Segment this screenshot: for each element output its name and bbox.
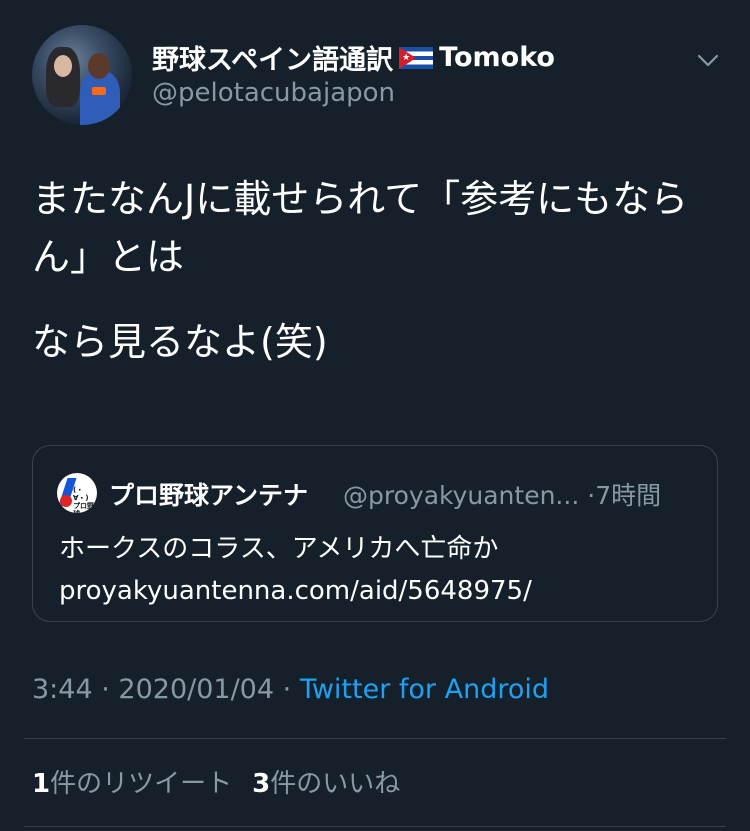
- quoted-author-avatar: (・∀・)プロ野球アンテナ: [57, 473, 97, 513]
- quoted-time: 7時間: [595, 481, 662, 510]
- likes-label: 件のいいね: [270, 769, 401, 799]
- quoted-tweet-text: ホークスのコラス、アメリカへ亡命か proyakyuantenna.com/ai…: [59, 528, 532, 612]
- divider: [24, 826, 726, 827]
- quoted-link[interactable]: proyakyuantenna.com/aid/5648975/: [59, 570, 532, 612]
- cuba-flag-icon: ★: [399, 46, 434, 69]
- tweet-time: 3:44: [32, 674, 93, 705]
- retweets-label: 件のリツイート: [50, 769, 233, 799]
- meta-separator: ·: [101, 674, 110, 705]
- author-name-text: 野球スペイン語通訳: [152, 45, 394, 76]
- retweets-count: 1: [32, 769, 51, 799]
- meta-separator: ·: [282, 674, 292, 705]
- quoted-author-name: プロ野球アンテナ: [109, 481, 309, 510]
- quoted-author-meta: @proyakyuanten... ·7時間: [343, 476, 661, 512]
- author-name-suffix: Tomoko: [439, 42, 555, 73]
- author-handle[interactable]: @pelotacubajapon: [152, 78, 395, 108]
- quoted-tweet-card[interactable]: (・∀・)プロ野球アンテナ プロ野球アンテナ @proyakyuanten...…: [32, 445, 718, 622]
- tweet-text-line-1: またなんJに載せられて「参考にもならん」とは: [32, 177, 689, 279]
- chevron-down-icon[interactable]: [696, 50, 720, 70]
- tweet-date: 2020/01/04: [118, 674, 275, 705]
- divider: [24, 738, 726, 739]
- tweet-text-line-2: なら見るなよ(笑): [32, 320, 328, 364]
- author-display-name[interactable]: 野球スペイン語通訳 ★ Tomoko: [152, 38, 555, 77]
- author-avatar[interactable]: [32, 25, 132, 125]
- tweet-meta: 3:44 · 2020/01/04 · Twitter for Android: [32, 674, 549, 705]
- likes-count: 3: [252, 769, 271, 799]
- tweet-stats: 1件のリツイート 3件のいいね: [32, 763, 400, 800]
- retweets-stat[interactable]: 1件のリツイート: [32, 769, 232, 799]
- quoted-author-handle: @proyakyuanten...: [343, 481, 580, 510]
- quoted-text-line: ホークスのコラス、アメリカへ亡命か: [59, 534, 499, 564]
- quoted-separator: ·: [587, 481, 596, 510]
- likes-stat[interactable]: 3件のいいね: [252, 769, 400, 799]
- tweet-source-link[interactable]: Twitter for Android: [300, 674, 549, 705]
